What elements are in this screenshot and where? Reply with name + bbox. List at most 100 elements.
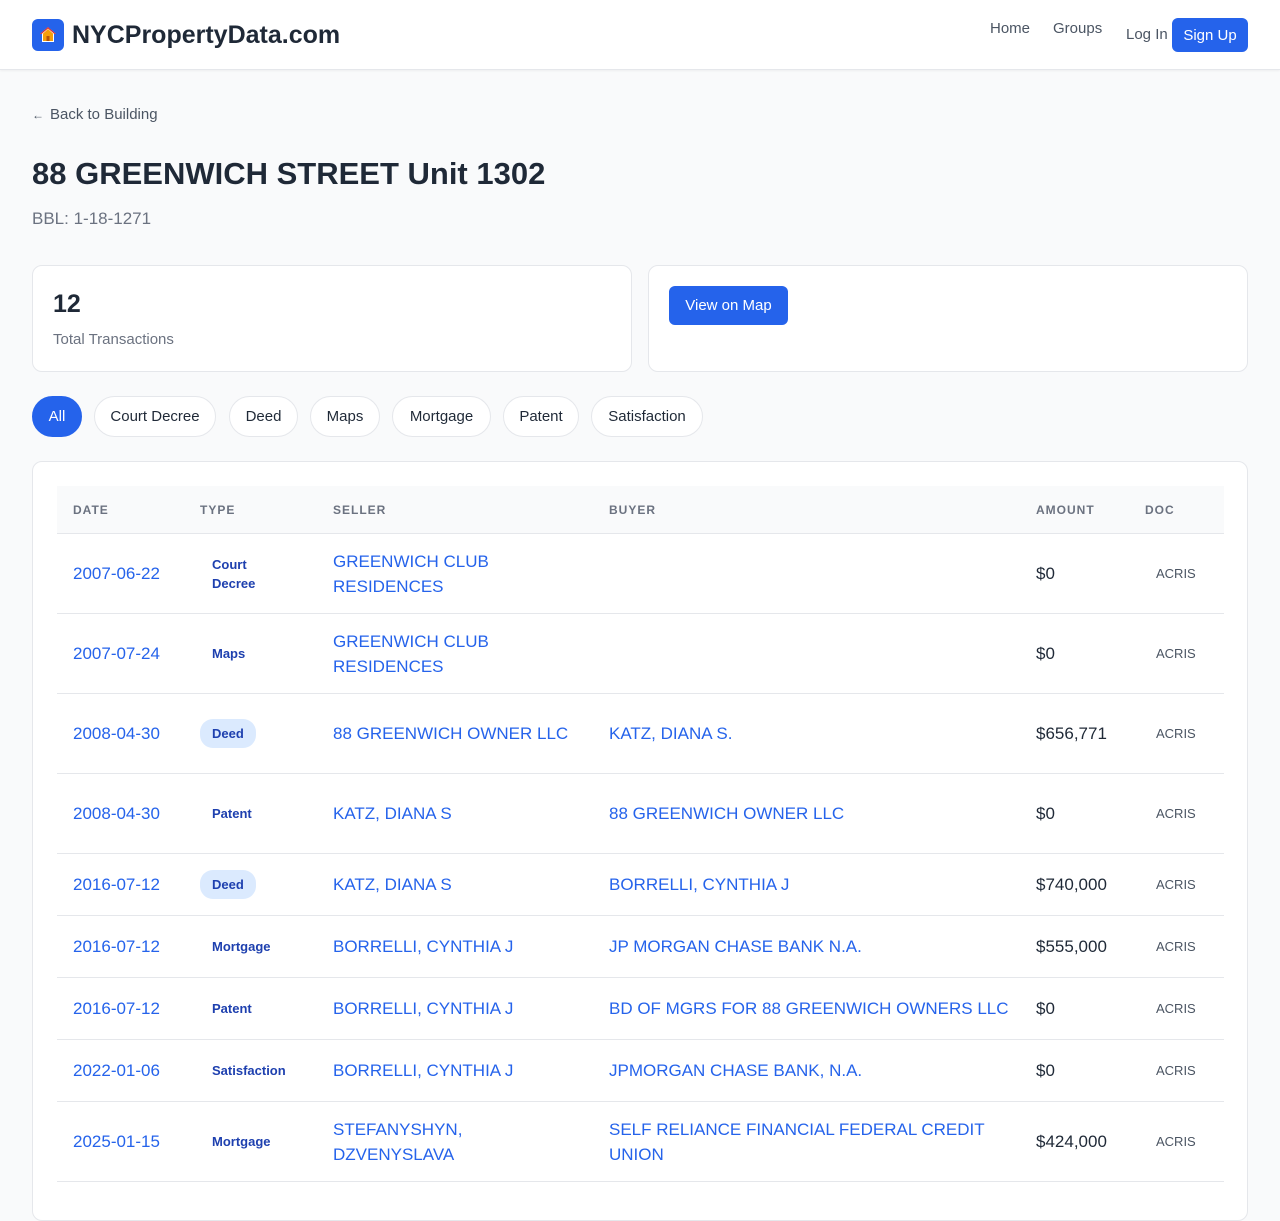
amount-value: $0 [1036, 803, 1055, 823]
filter-deed[interactable]: Deed [229, 396, 298, 437]
amount-value: $740,000 [1036, 874, 1107, 894]
type-badge: Court Decree [212, 556, 256, 591]
signup-button[interactable]: Sign Up [1172, 18, 1248, 52]
col-amount[interactable]: AMOUNT [1036, 503, 1095, 517]
col-doc[interactable]: DOC [1145, 503, 1175, 517]
arrow-left-icon: ← [32, 108, 44, 122]
seller-link[interactable]: KATZ, DIANA S [333, 774, 573, 853]
stats-card: 12 Total Transactions [32, 265, 632, 372]
view-on-map-button[interactable]: View on Map [669, 286, 788, 325]
row-date-link[interactable]: 2016-07-12 [73, 916, 183, 977]
buyer-link[interactable] [609, 534, 1009, 613]
acris-doc-link[interactable]: ACRIS [1156, 614, 1216, 693]
row-date-link[interactable]: 2007-06-22 [73, 534, 183, 613]
total-transactions-label: Total Transactions [53, 331, 174, 348]
transactions-table: DATE TYPE SELLER BUYER AMOUNT DOC 2007-0… [32, 461, 1248, 1221]
row-date-link[interactable]: 2007-07-24 [73, 614, 183, 693]
type-cell: Mortgage [200, 916, 310, 977]
row-date-link[interactable]: 2025-01-15 [73, 1102, 183, 1181]
table-header: DATE TYPE SELLER BUYER AMOUNT DOC [57, 486, 1224, 534]
filter-satisfaction[interactable]: Satisfaction [591, 396, 703, 437]
table-row: 2007-07-24 Maps GREENWICH CLUB RESIDENCE… [57, 614, 1224, 694]
seller-link[interactable]: BORRELLI, CYNTHIA J [333, 1040, 573, 1101]
house-icon[interactable] [32, 19, 64, 51]
seller-link[interactable]: STEFANYSHYN, DZVENYSLAVA [333, 1102, 503, 1181]
type-badge: Mortgage [212, 939, 271, 954]
acris-doc-link[interactable]: ACRIS [1156, 1102, 1216, 1181]
seller-link[interactable]: KATZ, DIANA S [333, 854, 573, 915]
filter-court-decree[interactable]: Court Decree [94, 396, 216, 437]
nav-home-link[interactable]: Home [990, 20, 1030, 37]
site-logo[interactable]: NYCPropertyData.com [72, 19, 340, 51]
type-badge: Satisfaction [212, 1063, 286, 1078]
type-badge: Patent [212, 1001, 252, 1016]
page-title: 88 GREENWICH STREET Unit 1302 [32, 156, 546, 191]
type-badge: Deed [200, 870, 256, 899]
table-row: 2008-04-30 Deed 88 GREENWICH OWNER LLC K… [57, 694, 1224, 774]
acris-doc-link[interactable]: ACRIS [1156, 774, 1216, 853]
type-badge: Mortgage [212, 1134, 271, 1149]
acris-doc-link[interactable]: ACRIS [1156, 694, 1216, 773]
amount-value: $0 [1036, 1060, 1055, 1080]
amount-value: $656,771 [1036, 723, 1107, 743]
row-date-link[interactable]: 2008-04-30 [73, 774, 163, 853]
col-type[interactable]: TYPE [200, 503, 235, 517]
amount-value: $0 [1036, 563, 1055, 583]
buyer-link[interactable]: SELF RELIANCE FINANCIAL FEDERAL CREDIT U… [609, 1102, 989, 1181]
acris-doc-link[interactable]: ACRIS [1156, 916, 1216, 977]
buyer-link[interactable]: JPMORGAN CHASE BANK, N.A. [609, 1040, 1009, 1101]
seller-link[interactable]: GREENWICH CLUB RESIDENCES [333, 614, 503, 693]
back-to-building-link[interactable]: ← Back to Building [32, 106, 158, 123]
type-cell: Court Decree [200, 534, 310, 613]
table-row: 2016-07-12 Patent BORRELLI, CYNTHIA J BD… [57, 978, 1224, 1040]
type-cell: Satisfaction [200, 1040, 310, 1101]
nav-groups-link[interactable]: Groups [1053, 20, 1102, 37]
acris-doc-link[interactable]: ACRIS [1156, 534, 1216, 613]
seller-link[interactable]: BORRELLI, CYNTHIA J [333, 916, 573, 977]
type-badge: Maps [212, 646, 246, 661]
buyer-link[interactable]: JP MORGAN CHASE BANK N.A. [609, 916, 1009, 977]
acris-doc-link[interactable]: ACRIS [1156, 1040, 1216, 1101]
table-row: 2007-06-22 Court Decree GREENWICH CLUB R… [57, 534, 1224, 614]
col-buyer[interactable]: BUYER [609, 503, 656, 517]
table-row: 2025-01-15 Mortgage STEFANYSHYN, DZVENYS… [57, 1102, 1224, 1182]
row-date-link[interactable]: 2008-04-30 [73, 694, 163, 773]
type-cell: Maps [200, 614, 310, 693]
login-link[interactable]: Log In [1126, 26, 1168, 43]
table-row: 2008-04-30 Patent KATZ, DIANA S 88 GREEN… [57, 774, 1224, 854]
amount-value: $424,000 [1036, 1131, 1107, 1151]
seller-link[interactable]: 88 GREENWICH OWNER LLC [333, 694, 573, 773]
col-seller[interactable]: SELLER [333, 503, 386, 517]
amount-value: $0 [1036, 998, 1055, 1018]
buyer-link[interactable]: KATZ, DIANA S. [609, 694, 1009, 773]
filter-mortgage[interactable]: Mortgage [392, 396, 491, 437]
amount-value: $555,000 [1036, 936, 1107, 956]
acris-doc-link[interactable]: ACRIS [1156, 978, 1216, 1039]
bbl-label: BBL: 1-18-1271 [32, 209, 152, 228]
type-cell: Patent [200, 774, 310, 853]
table-row: 2016-07-12 Mortgage BORRELLI, CYNTHIA J … [57, 916, 1224, 978]
type-cell: Patent [200, 978, 310, 1039]
table-row: 2016-07-12 Deed KATZ, DIANA S BORRELLI, … [57, 854, 1224, 916]
type-cell: Deed [200, 694, 310, 773]
seller-link[interactable]: GREENWICH CLUB RESIDENCES [333, 534, 503, 613]
filter-patent[interactable]: Patent [503, 396, 579, 437]
row-date-link[interactable]: 2016-07-12 [73, 854, 183, 915]
col-date[interactable]: DATE [73, 503, 109, 517]
acris-doc-link[interactable]: ACRIS [1156, 854, 1216, 915]
buyer-link[interactable]: BORRELLI, CYNTHIA J [609, 854, 1009, 915]
row-date-link[interactable]: 2016-07-12 [73, 978, 183, 1039]
top-navbar: NYCPropertyData.com Home Groups Log In S… [0, 0, 1280, 70]
total-transactions-count: 12 [53, 290, 81, 318]
buyer-link[interactable]: BD OF MGRS FOR 88 GREENWICH OWNERS LLC [609, 978, 1009, 1039]
buyer-link[interactable] [609, 614, 1009, 693]
row-date-link[interactable]: 2022-01-06 [73, 1040, 183, 1101]
filter-all[interactable]: All [32, 396, 82, 437]
table-row: 2022-01-06 Satisfaction BORRELLI, CYNTHI… [57, 1040, 1224, 1102]
filter-maps[interactable]: Maps [310, 396, 380, 437]
buyer-link[interactable]: 88 GREENWICH OWNER LLC [609, 774, 1009, 853]
type-badge: Deed [200, 719, 256, 748]
type-cell: Deed [200, 854, 310, 915]
back-link-label: Back to Building [50, 106, 158, 123]
seller-link[interactable]: BORRELLI, CYNTHIA J [333, 978, 573, 1039]
